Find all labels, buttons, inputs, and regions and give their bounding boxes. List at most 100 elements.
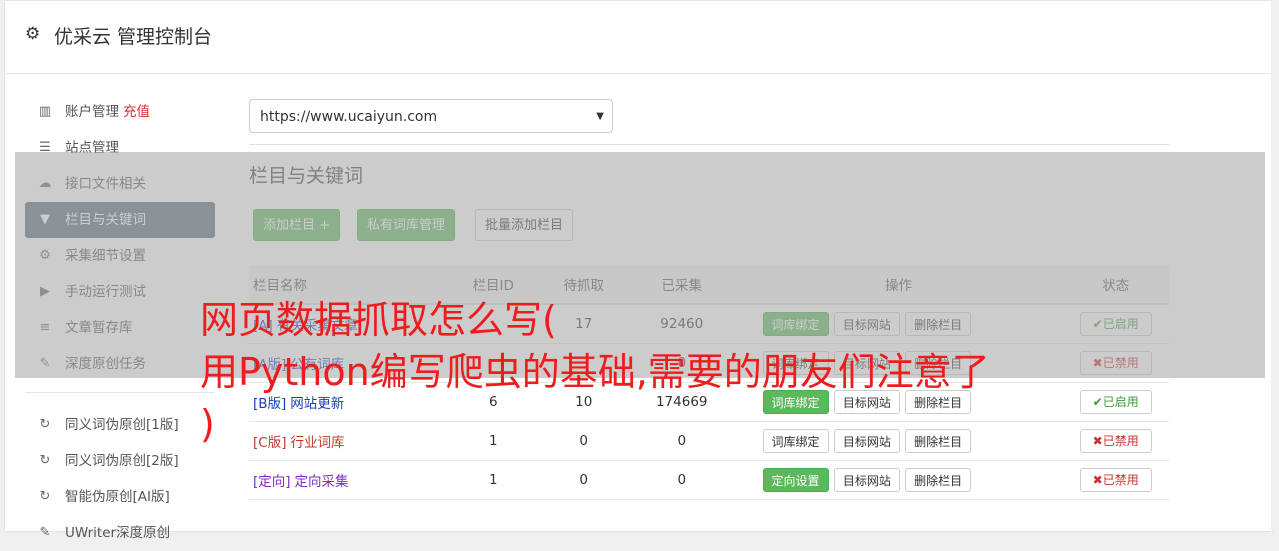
bind-library-button[interactable]: 定向设置 (762, 468, 829, 492)
sidebar-item-items-1[interactable]: ☰ 站点管理 (25, 130, 215, 166)
cross-icon: ✖ (1092, 434, 1103, 448)
column-name-cell[interactable]: [B版] 网站更新 (249, 382, 449, 422)
header-name: 栏目名称 (249, 265, 449, 305)
refresh-icon: ↻ (39, 417, 51, 432)
column-tag: [A] (253, 318, 273, 334)
site-select[interactable]: https://www.ucaiyun.com ▼ (249, 99, 613, 133)
sidebar-item-label: 同义词伪原创[2版] (65, 453, 179, 469)
column-id (448, 304, 539, 344)
column-name-cell[interactable]: [A] 有关采集文章 (249, 304, 449, 344)
collected-count: 174669 (628, 382, 735, 422)
edit-icon: ✎ (39, 356, 51, 371)
bind-library-button[interactable]: 词库绑定 (762, 429, 829, 453)
sidebar-item-items-6[interactable]: ≡ 文章暂存库 (25, 310, 215, 346)
scrollbar-track[interactable] (1271, 0, 1279, 530)
status-toggle[interactable]: ✔已启用 (1079, 312, 1152, 336)
sidebar-item-items-0[interactable]: ▥ 账户管理 充值 (25, 94, 215, 130)
bind-library-button[interactable]: 词库绑定 (762, 312, 829, 336)
status-toggle[interactable]: ✔已启用 (1079, 390, 1152, 414)
private-library-button[interactable]: 私有词库管理 (357, 209, 456, 241)
sidebar-item-label: 智能伪原创[AI版] (65, 489, 170, 505)
sidebar-item-items-3[interactable]: ▼ 栏目与关键词 (25, 202, 215, 238)
status-label: 已启用 (1102, 395, 1139, 409)
column-name: 定向采集 (294, 474, 349, 490)
site-select-value: https://www.ucaiyun.com (260, 109, 438, 125)
status-toggle[interactable]: ✖已禁用 (1079, 468, 1152, 492)
table-row: [C版] 行业词库 1 0 0 词库绑定 目标网站 删除栏目 ✖已禁用 (249, 421, 1169, 461)
target-site-button[interactable]: 目标网站 (833, 351, 900, 375)
actions-cell: 词库绑定 目标网站 删除栏目 (734, 343, 1063, 383)
column-tag: [定向] (253, 474, 291, 490)
add-column-button[interactable]: 添加栏目 + (253, 209, 341, 241)
sidebar-item-items2-2[interactable]: ↻ 智能伪原创[AI版] (25, 479, 215, 515)
bar-chart-icon: ▥ (38, 104, 52, 119)
section-title: 栏目与关键词 (249, 165, 364, 187)
sidebar-item-label: 站点管理 (65, 140, 119, 156)
page-title: 优采云 管理控制台 (54, 26, 213, 48)
sidebar-item-label: 接口文件相关 (65, 176, 146, 192)
delete-column-button[interactable]: 删除栏目 (905, 351, 972, 375)
delete-column-button[interactable]: 删除栏目 (905, 312, 972, 336)
status-toggle[interactable]: ✖已禁用 (1079, 429, 1152, 453)
target-site-button[interactable]: 目标网站 (833, 468, 900, 492)
delete-column-button[interactable]: 删除栏目 (905, 390, 972, 414)
target-site-button[interactable]: 目标网站 (833, 429, 900, 453)
console-panel: ⚙ 优采云 管理控制台 ▥ 账户管理 充值 ☰ 站点管理 ☁ 接口文件相关 ▼ 栏目与关键词 ⚙ 采… (4, 0, 1273, 541)
column-id: 1 (448, 460, 539, 500)
sidebar-item-label: 手动运行测试 (65, 284, 146, 300)
batch-add-button[interactable]: 批量添加栏目 (475, 209, 574, 241)
column-name: 行业词库 (290, 435, 345, 451)
sidebar-item-items-7[interactable]: ✎ 深度原创任务 (25, 346, 215, 382)
cloud-upload-icon: ☁ (38, 176, 52, 191)
edit-icon: ✎ (39, 525, 51, 540)
target-site-button[interactable]: 目标网站 (833, 390, 900, 414)
status-cell: ✖已禁用 (1062, 421, 1169, 461)
sidebar-item-label: 同义词伪原创[1版] (65, 417, 179, 433)
status-label: 已禁用 (1102, 473, 1139, 487)
sidebar-nav: ▥ 账户管理 充值 ☰ 站点管理 ☁ 接口文件相关 ▼ 栏目与关键词 ⚙ 采集细节设置 ▶ 手动运行测试… (25, 94, 215, 551)
cross-icon: ✖ (1092, 356, 1103, 370)
header-status: 状态 (1062, 265, 1169, 305)
status-toggle[interactable]: ✖已禁用 (1079, 351, 1152, 375)
cross-icon: ✖ (1092, 473, 1103, 487)
bind-library-button[interactable]: 词库绑定 (762, 351, 829, 375)
sidebar-item-items2-1[interactable]: ↻ 同义词伪原创[2版] (25, 443, 215, 479)
table-row: [A] 有关采集文章 17 92460 词库绑定 目标网站 删除栏目 ✔已启用 (249, 304, 1169, 344)
header-id: 栏目ID (448, 265, 539, 305)
delete-column-button[interactable]: 删除栏目 (905, 468, 972, 492)
header-actions: 操作 (734, 265, 1063, 305)
status-label: 已启用 (1102, 317, 1139, 331)
pending-count (538, 343, 629, 383)
sidebar-item-items2-3[interactable]: ✎ UWriter深度原创 (25, 515, 215, 551)
column-name-cell[interactable]: [C版] 行业词库 (249, 421, 449, 461)
cogs-icon: ⚙ (39, 248, 51, 263)
actions-cell: 词库绑定 目标网站 删除栏目 (734, 421, 1063, 461)
chevron-down-icon: ▼ (596, 111, 604, 122)
sidebar-item-items-4[interactable]: ⚙ 采集细节设置 (25, 238, 215, 274)
sidebar-item-label: 采集细节设置 (65, 248, 146, 264)
columns-table: 栏目名称 栏目ID 待抓取 已采集 操作 状态 [A] 有关采集文章 17 92460… (249, 265, 1169, 500)
sidebar-item-label: 文章暂存库 (65, 320, 133, 336)
sidebar-item-items-2[interactable]: ☁ 接口文件相关 (25, 166, 215, 202)
table-row: [B版] 网站更新 6 10 174669 词库绑定 目标网站 删除栏目 ✔已启用 (249, 382, 1169, 422)
sidebar-item-items-5[interactable]: ▶ 手动运行测试 (25, 274, 215, 310)
sidebar-item-label: 深度原创任务 (65, 356, 146, 372)
sidebar-item-label: 栏目与关键词 (65, 212, 146, 228)
target-site-button[interactable]: 目标网站 (833, 312, 900, 336)
status-cell: ✖已禁用 (1062, 343, 1169, 383)
status-label: 已禁用 (1102, 434, 1139, 448)
status-cell: ✖已禁用 (1062, 460, 1169, 500)
column-name-cell[interactable]: [A版] 公有词库 (249, 343, 449, 383)
status-cell: ✔已启用 (1062, 304, 1169, 344)
pending-count: 17 (538, 304, 629, 344)
column-name: 网站更新 (290, 396, 345, 412)
column-name: 公有词库 (290, 357, 345, 373)
column-name-cell[interactable]: [定向] 定向采集 (249, 460, 449, 500)
delete-column-button[interactable]: 删除栏目 (905, 429, 972, 453)
table-row: [A版] 公有词库 0 词库绑定 目标网站 删除栏目 ✖已禁用 (249, 343, 1169, 383)
bind-library-button[interactable]: 词库绑定 (762, 390, 829, 414)
refresh-icon: ↻ (39, 453, 51, 468)
sidebar-item-items2-0[interactable]: ↻ 同义词伪原创[1版] (25, 407, 215, 443)
recharge-link[interactable]: 充值 (123, 104, 150, 120)
database-icon: ≡ (39, 320, 51, 335)
